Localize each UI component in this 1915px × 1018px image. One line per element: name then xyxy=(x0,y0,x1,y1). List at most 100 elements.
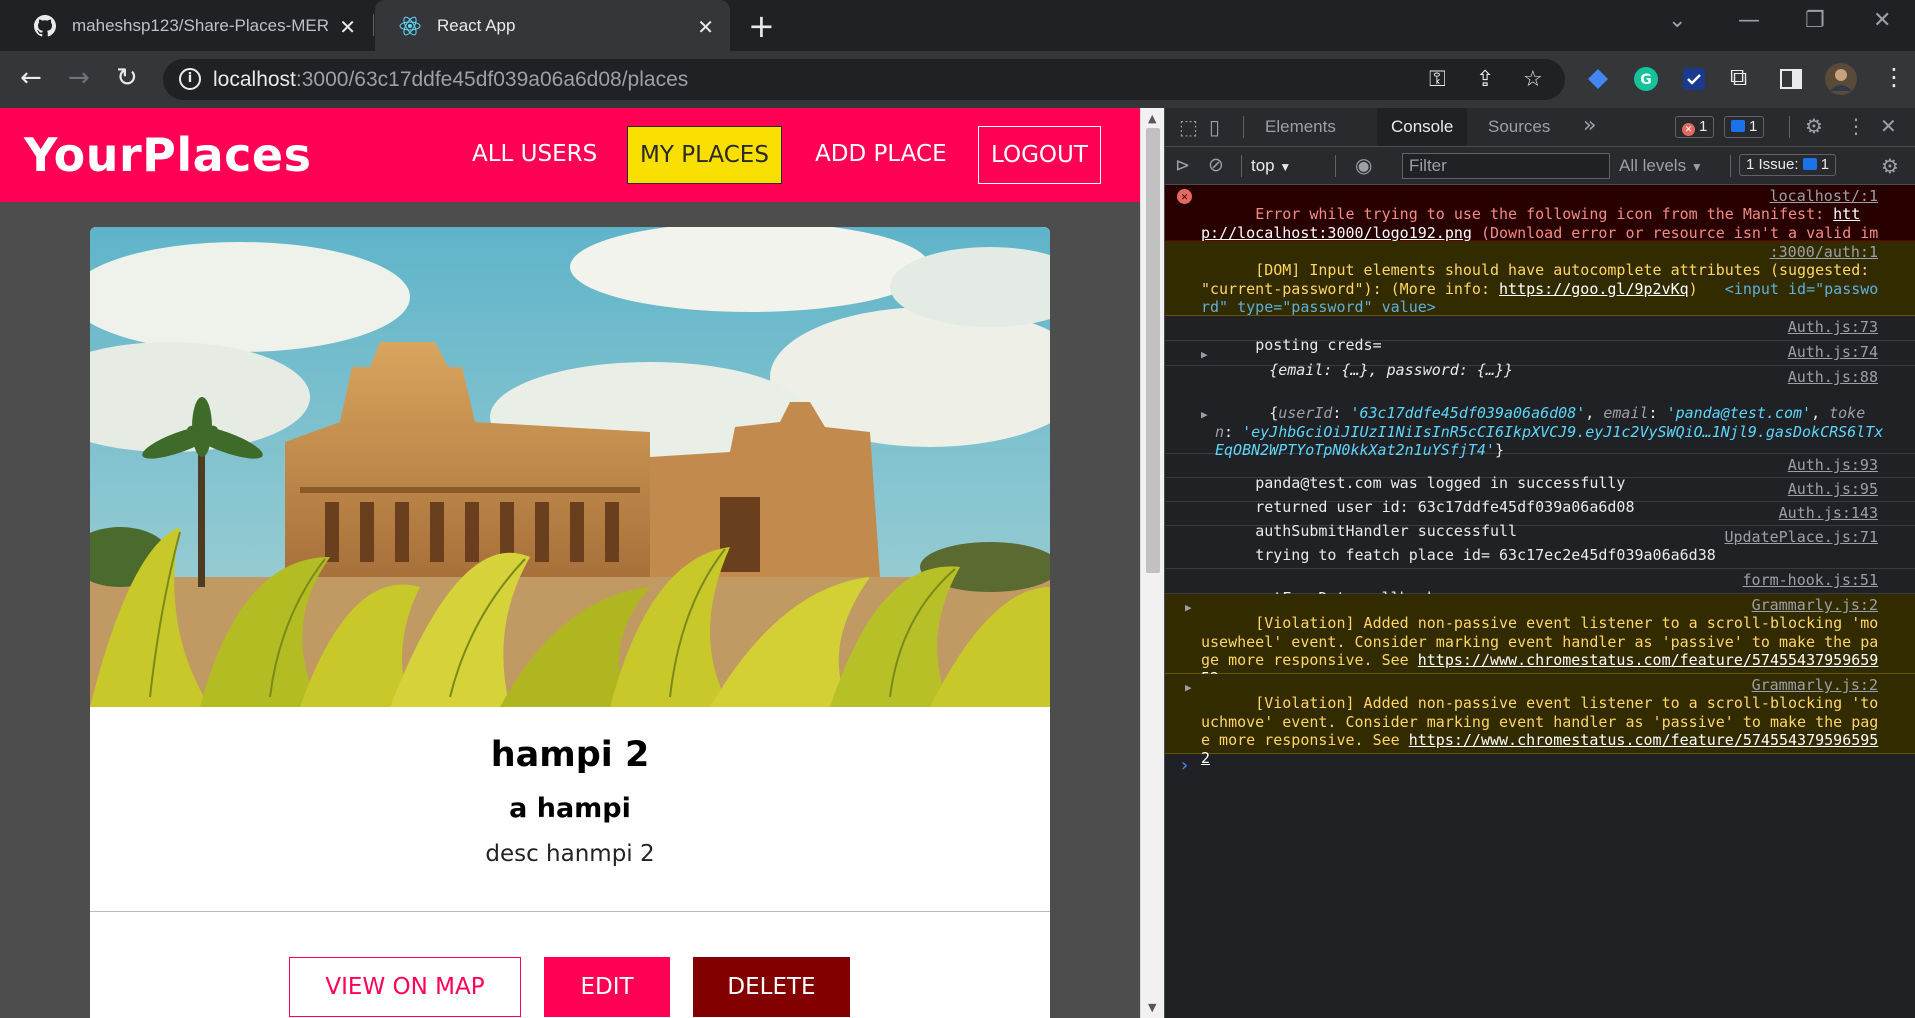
restore-icon[interactable]: ❐ xyxy=(1805,8,1825,33)
card-divider xyxy=(90,911,1050,912)
console-prompt-icon[interactable]: › xyxy=(1165,754,1915,780)
grammarly-icon[interactable]: G xyxy=(1633,66,1659,92)
issues-label: 1 Issue: xyxy=(1746,156,1799,173)
view-on-map-button[interactable]: VIEW ON MAP xyxy=(289,957,521,1017)
console-log-row: trying to featch place id= 63c17ec2e45df… xyxy=(1165,526,1915,569)
separator xyxy=(1243,116,1244,138)
tab-sources[interactable]: Sources xyxy=(1474,108,1564,146)
react-icon xyxy=(399,15,421,37)
message-icon xyxy=(1731,120,1745,132)
source-link[interactable]: Auth.js:88 xyxy=(1780,368,1878,386)
extension-blue-icon[interactable] xyxy=(1585,66,1611,92)
chrome-menu-icon[interactable]: ⋮ xyxy=(1882,63,1906,91)
console-log-row: panda@test.com was logged in successfull… xyxy=(1165,454,1915,492)
console-settings-gear-icon[interactable]: ⚙ xyxy=(1881,154,1899,178)
separator xyxy=(1241,155,1242,177)
place-description: desc hanmpi 2 xyxy=(485,841,655,867)
share-icon[interactable]: ⇪ xyxy=(1476,67,1494,92)
error-icon: ✕ xyxy=(1177,189,1192,204)
clear-console-icon[interactable]: ⊘ xyxy=(1208,154,1224,176)
new-tab-icon[interactable]: + xyxy=(748,7,775,45)
nav-all-users[interactable]: ALL USERS xyxy=(460,126,609,184)
forward-icon[interactable]: → xyxy=(68,63,90,93)
messages-badge[interactable]: 1 xyxy=(1724,116,1765,138)
source-link[interactable]: UpdatePlace.js:71 xyxy=(1716,528,1878,546)
expand-arrow-icon[interactable]: ▶ xyxy=(1201,346,1208,364)
source-link[interactable]: Auth.js:95 xyxy=(1780,480,1878,498)
tab-title: maheshsp123/Share-Places-MER xyxy=(72,15,330,35)
page-scrollbar[interactable]: ▲ ▼ xyxy=(1140,108,1164,1018)
console-warning-row: [DOM] Input elements should have autocom… xyxy=(1165,241,1915,316)
minimize-icon[interactable]: — xyxy=(1738,8,1760,33)
expand-arrow-icon[interactable]: ▶ xyxy=(1201,406,1208,424)
browser-toolbar: ← → ↻ i localhost:3000/63c17ddfe45df039a… xyxy=(0,51,1915,108)
tab-separator xyxy=(373,14,374,36)
scroll-up-arrow-icon[interactable]: ▲ xyxy=(1148,112,1156,125)
side-panel-icon[interactable] xyxy=(1778,66,1804,92)
logout-button[interactable]: LOGOUT xyxy=(978,126,1101,184)
log-link[interactable]: https://goo.gl/9p2vKq xyxy=(1499,280,1689,298)
issues-button[interactable]: 1 Issue: 1 xyxy=(1739,154,1837,176)
nav-add-place[interactable]: ADD PLACE xyxy=(803,126,959,184)
context-select[interactable]: top ▼ xyxy=(1251,156,1291,176)
extensions-puzzle-icon[interactable]: ⧉ xyxy=(1730,63,1747,91)
back-icon[interactable]: ← xyxy=(20,63,42,93)
url-text[interactable]: localhost:3000/63c17ddfe45df039a06a6d08/… xyxy=(213,68,688,92)
source-link[interactable]: form-hook.js:51 xyxy=(1735,571,1878,589)
more-tabs-icon[interactable]: » xyxy=(1583,113,1596,138)
app-logo[interactable]: YourPlaces xyxy=(24,128,312,182)
tab-console[interactable]: Console xyxy=(1377,108,1468,146)
source-link[interactable]: Auth.js:143 xyxy=(1771,504,1878,522)
chevron-down-icon: ▼ xyxy=(1690,160,1703,174)
settings-gear-icon[interactable]: ⚙ xyxy=(1805,114,1823,138)
delete-button[interactable]: DELETE xyxy=(693,957,850,1017)
device-toolbar-icon[interactable]: ▯ xyxy=(1209,115,1220,139)
tab-search-icon[interactable]: ⌄ xyxy=(1668,8,1686,33)
main-header: YourPlaces ALL USERS MY PLACES ADD PLACE… xyxy=(0,108,1140,202)
object-key: n xyxy=(1215,422,1225,441)
place-title: hampi 2 xyxy=(490,735,650,775)
source-link[interactable]: Grammarly.js:2 xyxy=(1743,676,1878,695)
source-link[interactable]: :3000/auth:1 xyxy=(1761,243,1878,262)
errors-count: 1 xyxy=(1699,118,1708,135)
close-devtools-icon[interactable]: ✕ xyxy=(1880,114,1897,138)
source-link[interactable]: Auth.js:74 xyxy=(1780,343,1878,361)
more-options-icon[interactable]: ⋮ xyxy=(1846,114,1866,138)
profile-avatar[interactable] xyxy=(1825,63,1857,95)
source-link[interactable]: localhost/:1 xyxy=(1761,187,1878,206)
separator xyxy=(1789,116,1790,138)
scroll-down-arrow-icon[interactable]: ▼ xyxy=(1148,1001,1156,1014)
tab-react-app[interactable]: React App ✕ xyxy=(375,0,730,51)
live-expression-eye-icon[interactable]: ◉ xyxy=(1355,153,1372,177)
nav-my-places[interactable]: MY PLACES xyxy=(627,126,782,184)
console-filter-input[interactable] xyxy=(1402,153,1610,179)
error-icon: ✕ xyxy=(1682,123,1695,136)
errors-badge[interactable]: ✕ 1 xyxy=(1675,116,1715,138)
source-link[interactable]: Auth.js:93 xyxy=(1780,456,1878,474)
edit-button[interactable]: EDIT xyxy=(544,957,670,1017)
tab-github[interactable]: maheshsp123/Share-Places-MER ✕ xyxy=(10,0,372,51)
inspect-element-icon[interactable]: ⬚ xyxy=(1179,115,1198,139)
site-info-icon[interactable]: i xyxy=(179,68,201,90)
key-icon[interactable]: ⚿ xyxy=(1429,67,1446,92)
expand-arrow-icon[interactable]: ▶ xyxy=(1185,599,1192,617)
expand-arrow-icon[interactable]: ▶ xyxy=(1185,679,1192,697)
log-levels-select[interactable]: All levels ▼ xyxy=(1619,156,1703,176)
reload-icon[interactable]: ↻ xyxy=(116,63,138,93)
close-tab-icon[interactable]: ✕ xyxy=(697,15,714,40)
place-image xyxy=(90,227,1050,707)
close-window-icon[interactable]: ✕ xyxy=(1873,8,1891,33)
bookmark-star-icon[interactable]: ☆ xyxy=(1523,67,1543,92)
sidebar-toggle-icon[interactable]: ⊳ xyxy=(1175,155,1190,176)
tab-elements[interactable]: Elements xyxy=(1251,108,1350,146)
object-key: email xyxy=(1603,404,1649,423)
source-link[interactable]: Auth.js:73 xyxy=(1780,318,1878,336)
address-bar[interactable]: i localhost:3000/63c17ddfe45df039a06a6d0… xyxy=(163,59,1565,100)
source-link[interactable]: Grammarly.js:2 xyxy=(1743,596,1878,615)
console-log-row: posting creds= Auth.js:73 xyxy=(1165,316,1915,354)
console-filter-bar: ⊳ ⊘ top ▼ ◉ All levels ▼ 1 Issue: 1 ⚙ xyxy=(1165,147,1915,185)
object-value: '63c17ddfe45df039a06a6d08' xyxy=(1350,404,1586,423)
extension-check-icon[interactable] xyxy=(1681,66,1707,92)
scrollbar-thumb[interactable] xyxy=(1146,128,1160,573)
close-tab-icon[interactable]: ✕ xyxy=(339,15,356,40)
